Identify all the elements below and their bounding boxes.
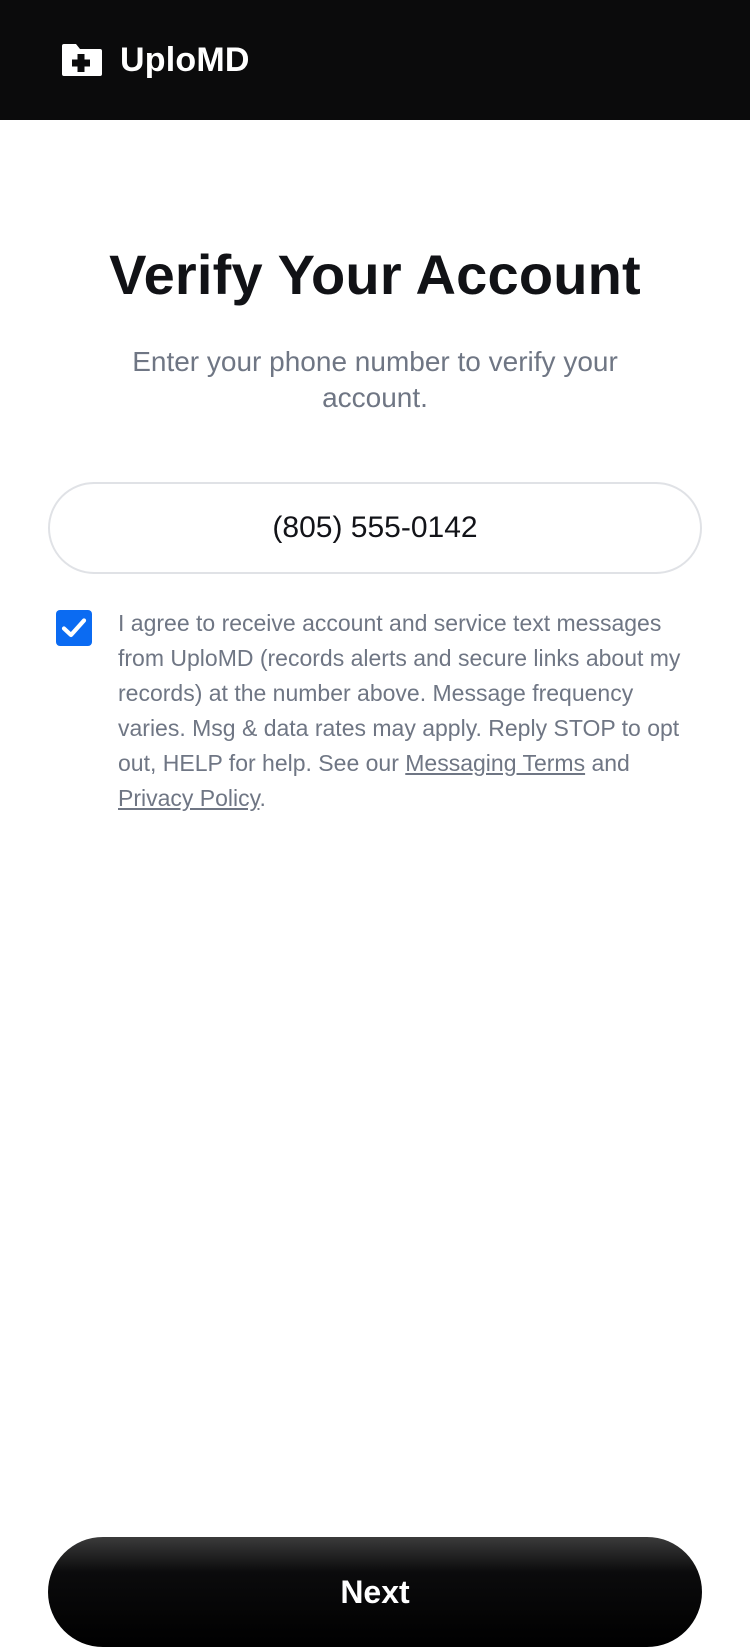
verify-page: Verify Your Account Enter your phone num… bbox=[0, 120, 750, 1647]
phone-input[interactable] bbox=[50, 510, 700, 546]
checkmark-icon bbox=[61, 618, 87, 638]
phone-field[interactable] bbox=[48, 482, 702, 574]
privacy-policy-link[interactable]: Privacy Policy bbox=[118, 785, 259, 811]
consent-text-and: and bbox=[585, 750, 630, 776]
consent-checkbox[interactable] bbox=[56, 610, 92, 646]
messaging-terms-link[interactable]: Messaging Terms bbox=[405, 750, 585, 776]
next-button[interactable]: Next bbox=[48, 1537, 702, 1647]
brand-name: UploMD bbox=[120, 40, 250, 79]
consent-text-end: . bbox=[259, 785, 266, 811]
page-subtitle: Enter your phone number to verify your a… bbox=[132, 346, 618, 413]
top-bar: UploMD bbox=[0, 0, 750, 120]
brand[interactable]: UploMD bbox=[60, 40, 250, 80]
page-title: Verify Your Account bbox=[109, 243, 641, 306]
consent-text: I agree to receive account and service t… bbox=[118, 606, 698, 816]
folder-plus-icon bbox=[60, 42, 104, 78]
